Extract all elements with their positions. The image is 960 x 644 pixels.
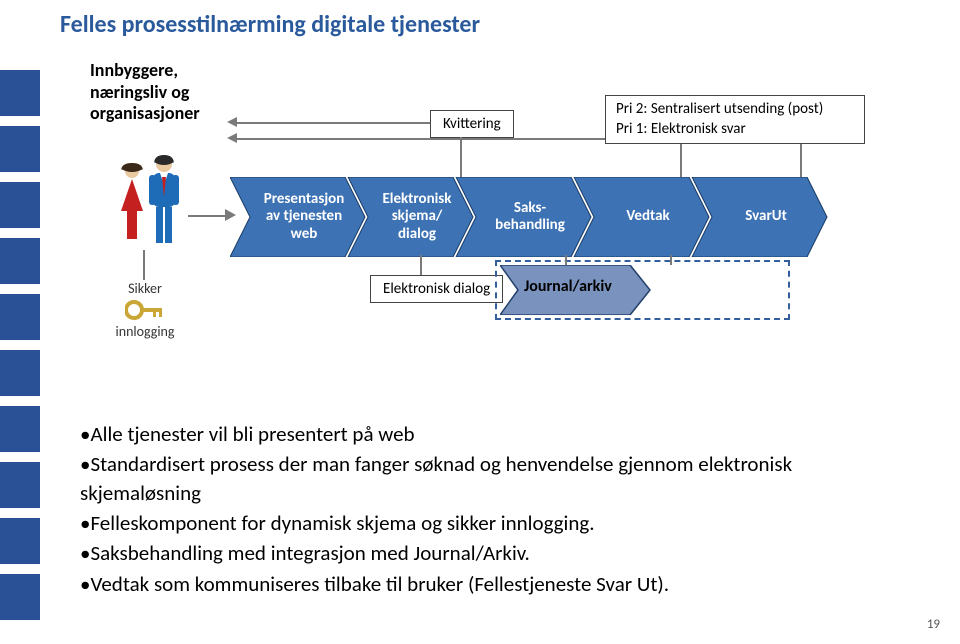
sidebar-block — [0, 350, 40, 396]
sidebar-block — [0, 574, 40, 620]
slide-title: Felles prosesstilnærming digitale tjenes… — [60, 10, 480, 39]
arrow-head-icon — [227, 117, 237, 127]
chevron-svarut: SvarUt — [706, 180, 816, 254]
connector — [670, 255, 672, 265]
innlogging-label: innlogging — [105, 323, 185, 340]
key-icon — [125, 299, 165, 321]
sidebar-block — [0, 70, 40, 116]
chevron-saksbehandling: Saks- behandling — [470, 180, 580, 254]
person-icon — [145, 155, 177, 247]
bullet-item: •Standardisert prosess der man fanger sø… — [80, 450, 900, 507]
person-icon — [115, 163, 147, 241]
arrow — [235, 122, 430, 124]
sidebar-decoration — [0, 70, 40, 630]
connector — [460, 137, 462, 182]
bullet-item: •Vedtak som kommuniseres tilbake til bru… — [80, 570, 900, 598]
bullet-list: •Alle tjenester vil bli presentert på we… — [80, 420, 900, 600]
sidebar-block — [0, 238, 40, 284]
connector — [565, 255, 567, 265]
sidebar-block — [0, 462, 40, 508]
actors-label: Innbyggere, næringsliv og organisasjoner — [90, 60, 235, 125]
page-number: 19 — [927, 617, 940, 632]
connector — [800, 142, 802, 180]
chevron-presentasjon: Presentasjon av tjenesten web — [244, 180, 354, 254]
sidebar-block — [0, 406, 40, 452]
sikker-label: Sikker — [105, 280, 185, 297]
bullet-item: •Saksbehandling med integrasjon med Jour… — [80, 539, 900, 567]
pri-line: Pri 1: Elektronisk svar — [616, 120, 854, 140]
chevron-skjema: Elektronisk skjema/ dialog — [360, 180, 464, 254]
arrow — [235, 138, 605, 140]
bullet-item: •Felleskomponent for dynamisk skjema og … — [80, 509, 900, 537]
connector — [143, 250, 145, 280]
sidebar-block — [0, 294, 40, 340]
chevron-vedtak: Vedtak — [588, 180, 698, 254]
sidebar-block — [0, 126, 40, 172]
arrow — [188, 215, 230, 217]
connector — [680, 142, 682, 180]
sikker-login-group: Sikker innlogging — [105, 280, 185, 340]
journal-label: Journal/arkiv — [524, 277, 612, 296]
priority-box: Pri 2: Sentralisert utsending (post) Pri… — [605, 95, 865, 144]
arrow-head-icon — [227, 133, 237, 143]
people-icon — [115, 155, 185, 255]
pri-line: Pri 2: Sentralisert utsending (post) — [616, 100, 854, 120]
connector — [420, 255, 422, 275]
journal-chevron: Journal/arkiv — [500, 265, 655, 320]
sidebar-block — [0, 518, 40, 564]
process-diagram: Innbyggere, næringsliv og organisasjoner… — [60, 50, 930, 390]
kvittering-box: Kvittering — [430, 110, 514, 138]
bullet-item: •Alle tjenester vil bli presentert på we… — [80, 420, 900, 448]
edialog-box: Elektronisk dialog — [370, 275, 503, 303]
sidebar-block — [0, 182, 40, 228]
